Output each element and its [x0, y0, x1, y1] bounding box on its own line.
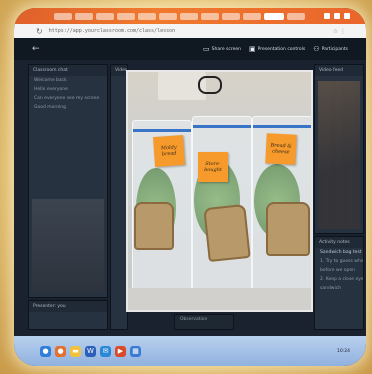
- chat-line: Good morning: [34, 105, 66, 110]
- right-video-panel: Video feed: [314, 64, 364, 234]
- window-controls: [324, 13, 350, 19]
- presenter-title: Presenter: you: [29, 301, 107, 312]
- browser-tab[interactable]: [201, 12, 219, 20]
- bag-seal: [193, 125, 251, 128]
- share-screen-button[interactable]: ▭ Share screen: [203, 45, 241, 53]
- word-icon[interactable]: W: [85, 345, 96, 357]
- chrome-icon[interactable]: ●: [40, 345, 51, 357]
- caption-text: Observation: [180, 317, 208, 322]
- monitor-screen: ↻ https://app.yourclassroom.com/class/le…: [14, 8, 366, 366]
- bag-seal: [253, 125, 311, 128]
- browser-tab[interactable]: [180, 12, 198, 20]
- screen-icon: ▭: [203, 45, 210, 53]
- browser-tab[interactable]: [96, 12, 114, 20]
- folder-icon[interactable]: ▬: [70, 345, 81, 357]
- video-panel-title: Video: [111, 65, 127, 76]
- sticky-note: Moldy bread: [152, 134, 186, 168]
- browser-tab[interactable]: [243, 12, 261, 20]
- browser-tab-strip: [14, 8, 366, 24]
- participants-button[interactable]: ⚇ Participants: [313, 45, 348, 53]
- mail-icon[interactable]: ✉: [100, 345, 111, 357]
- browser-tab-active[interactable]: [264, 12, 284, 20]
- browser-tab[interactable]: [222, 12, 240, 20]
- bread-slice: [134, 202, 174, 250]
- browser-tab[interactable]: [159, 12, 177, 20]
- participants-label: Participants: [321, 46, 348, 52]
- close-button[interactable]: [344, 13, 350, 19]
- cable-shape: [198, 76, 222, 94]
- browser-tab[interactable]: [138, 12, 156, 20]
- caption-panel: Observation: [174, 314, 234, 330]
- presentation-controls-button[interactable]: ▣ Presentation controls: [249, 45, 305, 53]
- present-icon: ▣: [249, 45, 256, 53]
- room-video-feed: [318, 81, 360, 229]
- left-video-feed: [32, 199, 104, 293]
- activity-line: sandwich: [320, 286, 342, 291]
- chat-line: Can everyone see my screen: [34, 96, 100, 101]
- bookmark-icon[interactable]: ☆ ⋮: [333, 28, 346, 35]
- table-surface: [128, 288, 311, 310]
- presentation-controls-label: Presentation controls: [257, 46, 306, 52]
- activity-line: before we open: [320, 268, 356, 273]
- bag-seal: [133, 129, 191, 132]
- taskbar: ● ● ▬ W ✉ ▶ ▦ 10:24: [14, 336, 366, 366]
- sticky-note: Bread & cheese: [265, 133, 297, 165]
- refresh-icon[interactable]: ↻: [36, 27, 43, 36]
- browser-tab[interactable]: [75, 12, 93, 20]
- share-screen-label: Share screen: [211, 46, 242, 52]
- activity-notes-panel: Activity notes Sandwich bag test 1. Try …: [314, 236, 364, 330]
- media-icon[interactable]: ▶: [115, 345, 126, 357]
- maximize-button[interactable]: [334, 13, 340, 19]
- browser-tab[interactable]: [117, 12, 135, 20]
- bread-slice: [266, 202, 310, 256]
- right-video-title: Video feed: [315, 65, 363, 76]
- activity-subtitle: Sandwich bag test: [320, 250, 362, 255]
- activity-line: 2. Keep a close eye on each: [320, 277, 364, 282]
- chat-line: Welcome back: [34, 78, 67, 83]
- shared-screen-photo: Moldy bread Store-bought Bread & cheese: [126, 70, 313, 312]
- left-chat-panel: Classroom chat Welcome back Hello everyo…: [28, 64, 108, 298]
- system-clock: 10:24: [337, 348, 350, 354]
- app-toolbar: ← ▭ Share screen ▣ Presentation controls…: [14, 38, 366, 60]
- address-bar: ↻ https://app.yourclassroom.com/class/le…: [14, 24, 366, 38]
- app-icon[interactable]: ▦: [130, 345, 141, 357]
- chat-line: Hello everyone: [34, 87, 68, 92]
- people-icon: ⚇: [313, 45, 320, 53]
- left-panel-title: Classroom chat: [29, 65, 107, 76]
- activity-notes-title: Activity notes: [315, 237, 363, 248]
- firefox-icon[interactable]: ●: [55, 345, 66, 357]
- browser-tab[interactable]: [287, 12, 305, 20]
- activity-line: 1. Try to guess what's in each bag: [320, 259, 364, 264]
- url-field[interactable]: https://app.yourclassroom.com/class/less…: [49, 28, 175, 34]
- sticky-note: Store-bought: [198, 152, 228, 182]
- browser-tab[interactable]: [54, 12, 72, 20]
- minimize-button[interactable]: [324, 13, 330, 19]
- presenter-panel: Presenter: you: [28, 300, 108, 330]
- arrow-left-icon[interactable]: ←: [32, 44, 40, 54]
- bread-slice: [203, 203, 251, 263]
